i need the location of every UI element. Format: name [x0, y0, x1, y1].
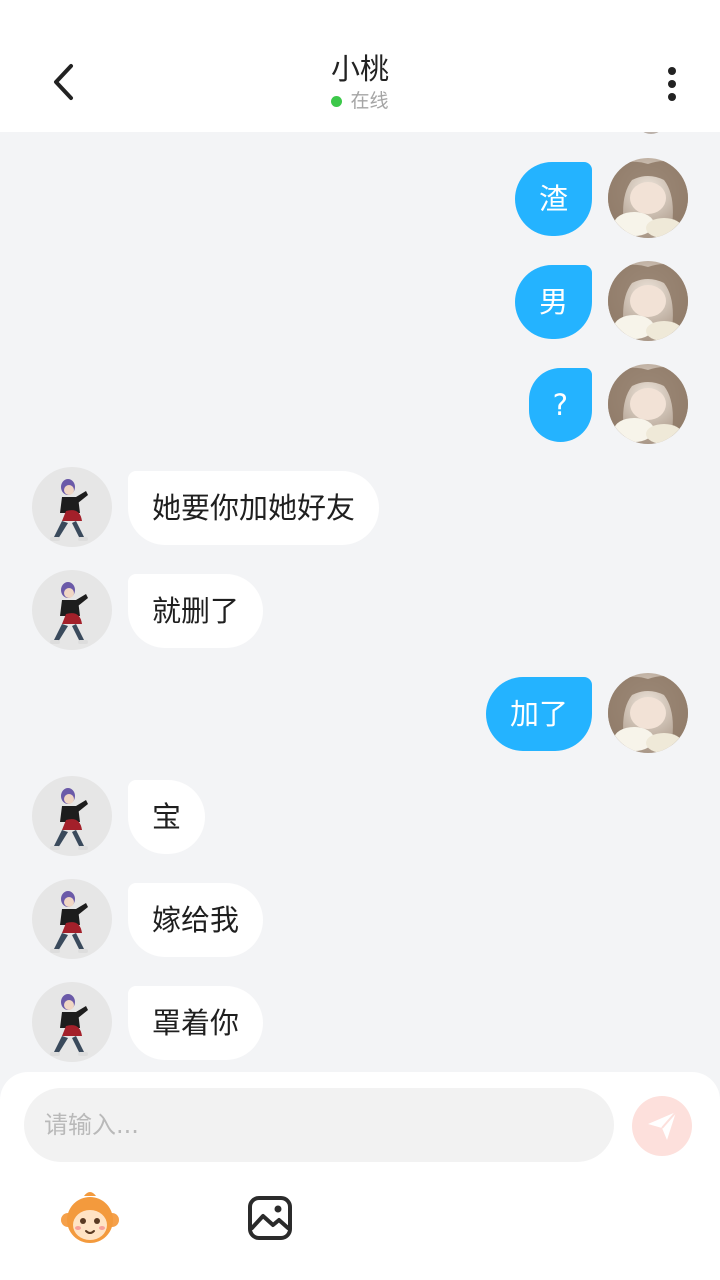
contact-avatar[interactable] — [32, 982, 112, 1062]
message-bubble[interactable]: 她要你加她好友 — [128, 471, 380, 545]
chat-title: 小桃 — [330, 52, 389, 86]
incoming-message[interactable]: 宝 — [0, 776, 720, 856]
outgoing-message[interactable]: 男 — [0, 261, 720, 341]
online-status: 在线 — [331, 88, 389, 114]
incoming-message[interactable]: 嫁给我 — [0, 879, 720, 959]
message-bubble[interactable]: 男 — [514, 265, 592, 339]
message-bubble[interactable]: 就删了 — [128, 574, 264, 648]
outgoing-message[interactable]: 加了 — [0, 673, 720, 753]
more-options-button[interactable] — [652, 62, 692, 106]
emoji-button[interactable] — [60, 1190, 120, 1248]
message-bubble[interactable]: ? — [528, 368, 592, 442]
my-avatar[interactable] — [608, 261, 688, 341]
incoming-message[interactable]: 就删了 — [0, 570, 720, 650]
online-status-label: 在线 — [350, 90, 389, 112]
chat-header: 小桃 在线 — [0, 0, 720, 132]
image-button[interactable] — [246, 1194, 294, 1242]
online-dot-icon — [331, 95, 343, 107]
chat-title-area: 小桃 在线 — [0, 50, 720, 114]
send-button[interactable] — [632, 1096, 692, 1156]
message-bubble[interactable]: 加了 — [485, 677, 592, 751]
contact-avatar[interactable] — [32, 467, 112, 547]
message-bubble[interactable]: 渣 — [514, 162, 592, 236]
message-bubble[interactable]: 嫁给我 — [128, 883, 264, 957]
message-input[interactable] — [24, 1088, 614, 1162]
my-avatar[interactable] — [608, 364, 688, 444]
incoming-message[interactable]: 她要你加她好友 — [0, 467, 720, 547]
outgoing-message[interactable]: ? — [0, 364, 720, 444]
more-vertical-icon — [668, 67, 676, 101]
my-avatar[interactable] — [608, 673, 688, 753]
message-list[interactable]: 渣 男 ? 她要你加她好友 就删了 加了 宝 嫁给我 罩着你 — [0, 132, 720, 1072]
partial-avatar — [636, 132, 666, 134]
contact-avatar[interactable] — [32, 570, 112, 650]
contact-avatar[interactable] — [32, 776, 112, 856]
outgoing-message[interactable]: 渣 — [0, 158, 720, 238]
my-avatar[interactable] — [608, 158, 688, 238]
input-bar — [0, 1072, 720, 1280]
message-bubble[interactable]: 宝 — [128, 780, 206, 854]
incoming-message[interactable]: 罩着你 — [0, 982, 720, 1062]
message-bubble[interactable]: 罩着你 — [128, 986, 264, 1060]
image-icon — [248, 1196, 292, 1240]
monkey-emoji-icon — [61, 1192, 119, 1243]
send-icon — [648, 1111, 677, 1140]
contact-avatar[interactable] — [32, 879, 112, 959]
